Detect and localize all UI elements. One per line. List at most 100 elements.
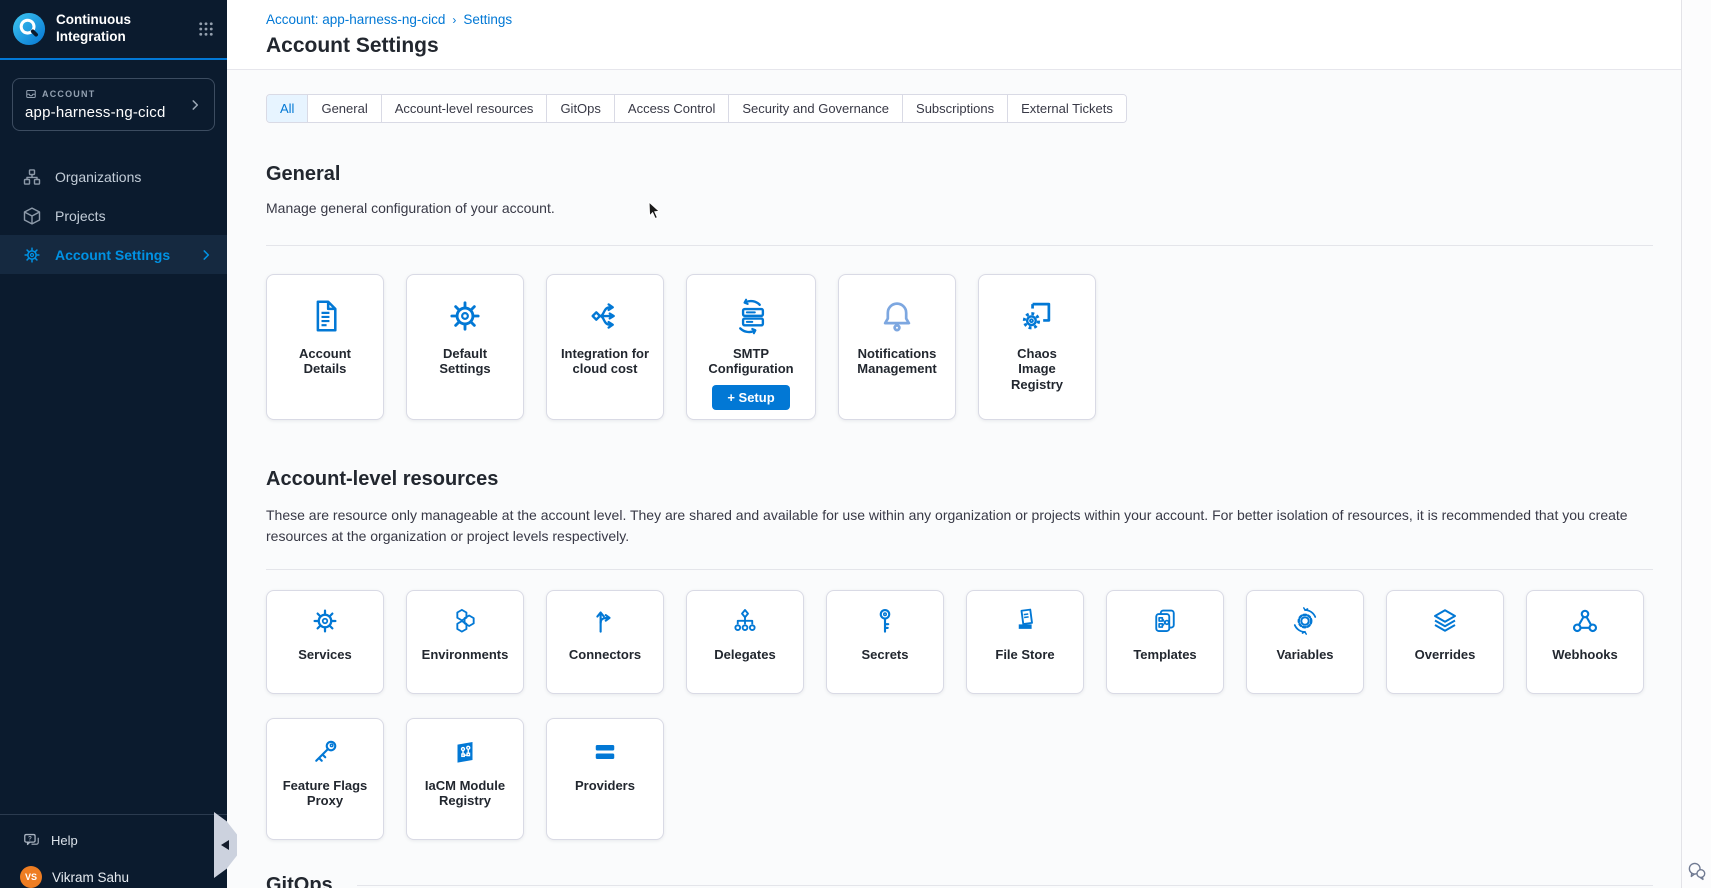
tab-access-control[interactable]: Access Control [615, 95, 729, 122]
chevron-right-icon [199, 248, 213, 262]
resources-cards-row-1: Services Environments Connectors Delegat… [266, 590, 1653, 694]
help-chat-icon [22, 831, 41, 850]
image-gear-icon [1018, 297, 1056, 335]
account-resources-section-title: Account-level resources [266, 468, 1653, 491]
breadcrumb: Account: app-harness-ng-cicd › Settings [266, 12, 1681, 27]
bell-icon [878, 297, 916, 335]
card-label: Notifications Management [850, 346, 944, 377]
user-menu[interactable]: VS Vikram Sahu [0, 862, 227, 888]
branch-share-icon [586, 297, 624, 335]
card-overrides[interactable]: Overrides [1386, 590, 1504, 694]
card-label: Chaos Image Registry [1006, 346, 1068, 392]
account-meta: ACCOUNT app-harness-ng-cicd [25, 88, 188, 121]
account-selector[interactable]: ACCOUNT app-harness-ng-cicd [12, 78, 215, 131]
sidebar-item-label: Organizations [55, 169, 141, 185]
card-providers[interactable]: Providers [546, 718, 664, 840]
card-webhooks[interactable]: Webhooks [1526, 590, 1644, 694]
card-label: Providers [575, 778, 635, 793]
grid-apps-icon[interactable] [197, 20, 215, 38]
sidebar-item-account-settings[interactable]: Account Settings [0, 235, 227, 274]
tab-account-level-resources[interactable]: Account-level resources [382, 95, 548, 122]
sidebar: Continuous Integration ACCOUNT app-harne… [0, 0, 227, 888]
general-cards-row: Account Details Default Settings Integra… [266, 274, 1653, 420]
card-notifications-management[interactable]: Notifications Management [838, 274, 956, 420]
card-label: Overrides [1415, 647, 1476, 662]
collapse-arrow-icon [221, 840, 229, 850]
card-iacm-module-registry[interactable]: IaCM Module Registry [406, 718, 524, 840]
resources-cards-row-2: Feature Flags Proxy IaCM Module Registry… [266, 718, 1653, 840]
card-label: Feature Flags Proxy [278, 778, 372, 809]
card-integration-cloud-cost[interactable]: Integration for cloud cost [546, 274, 664, 420]
sidebar-bottom: Help VS Vikram Sahu [0, 814, 227, 888]
breadcrumb-settings-link[interactable]: Settings [463, 12, 512, 27]
gear-icon [22, 245, 42, 265]
layers-icon [1430, 606, 1460, 636]
account-label-row: ACCOUNT [25, 88, 188, 100]
card-connectors[interactable]: Connectors [546, 590, 664, 694]
card-services[interactable]: Services [266, 590, 384, 694]
account-name: app-harness-ng-cicd [25, 104, 188, 121]
chevron-right-icon [188, 98, 202, 112]
tab-external-tickets[interactable]: External Tickets [1008, 95, 1126, 122]
sidebar-item-label: Account Settings [55, 247, 170, 263]
harness-ci-logo-icon [12, 12, 46, 46]
sidebar-header: Continuous Integration [0, 0, 227, 60]
user-name: Vikram Sahu [52, 870, 129, 885]
cube-icon [22, 206, 42, 226]
section-divider [266, 245, 1653, 246]
gitops-section-header: GitOps [266, 874, 1653, 888]
card-default-settings[interactable]: Default Settings [406, 274, 524, 420]
card-label: IaCM Module Registry [418, 778, 512, 809]
card-file-store[interactable]: File Store [966, 590, 1084, 694]
sidebar-item-organizations[interactable]: Organizations [0, 157, 227, 196]
card-variables[interactable]: Variables [1246, 590, 1364, 694]
product-name: Continuous Integration [56, 12, 152, 46]
card-smtp-configuration[interactable]: SMTP Configuration + Setup [686, 274, 816, 420]
card-feature-flags-proxy[interactable]: Feature Flags Proxy [266, 718, 384, 840]
section-divider [357, 885, 1653, 886]
module-registry-icon [450, 737, 480, 767]
card-label: Integration for cloud cost [558, 346, 652, 377]
help-button[interactable]: Help [0, 815, 227, 862]
gear-icon [310, 606, 340, 636]
sidebar-item-label: Projects [55, 208, 106, 224]
card-delegates[interactable]: Delegates [686, 590, 804, 694]
breadcrumb-account-link[interactable]: Account: app-harness-ng-cicd [266, 12, 445, 27]
card-templates[interactable]: Templates [1106, 590, 1224, 694]
main-area: Account: app-harness-ng-cicd › Settings … [227, 0, 1681, 888]
account-resources-description: These are resource only manageable at th… [266, 505, 1653, 547]
card-label: Webhooks [1552, 647, 1618, 662]
card-account-details[interactable]: Account Details [266, 274, 384, 420]
account-label: ACCOUNT [42, 89, 95, 99]
card-chaos-image-registry[interactable]: Chaos Image Registry [978, 274, 1096, 420]
settings-tabs: All General Account-level resources GitO… [266, 94, 1127, 123]
file-store-icon [1010, 606, 1040, 636]
hexagons-icon [450, 606, 480, 636]
smtp-setup-button[interactable]: + Setup [712, 385, 789, 410]
card-environments[interactable]: Environments [406, 590, 524, 694]
card-label: Services [298, 647, 352, 662]
card-label: Secrets [862, 647, 909, 662]
card-label: SMTP Configuration [704, 346, 798, 377]
section-divider [266, 569, 1653, 570]
card-label: Environments [422, 647, 509, 662]
templates-icon [1150, 606, 1180, 636]
page-header: Account: app-harness-ng-cicd › Settings … [227, 0, 1681, 70]
card-secrets[interactable]: Secrets [826, 590, 944, 694]
tab-security-and-governance[interactable]: Security and Governance [729, 95, 903, 122]
app-root: Continuous Integration ACCOUNT app-harne… [0, 0, 1711, 888]
tab-all[interactable]: All [267, 95, 308, 122]
content: All General Account-level resources GitO… [227, 70, 1681, 888]
tab-subscriptions[interactable]: Subscriptions [903, 95, 1008, 122]
webhook-icon [1570, 606, 1600, 636]
tab-gitops[interactable]: GitOps [547, 95, 614, 122]
key-icon [870, 606, 900, 636]
inbox-icon [25, 88, 37, 100]
sidebar-item-projects[interactable]: Projects [0, 196, 227, 235]
gear-icon [446, 297, 484, 335]
smtp-server-sync-icon [732, 297, 770, 335]
page-title: Account Settings [266, 34, 1681, 58]
support-chat-icon[interactable] [1686, 860, 1708, 882]
gear-sync-icon [1290, 606, 1320, 636]
tab-general[interactable]: General [308, 95, 381, 122]
